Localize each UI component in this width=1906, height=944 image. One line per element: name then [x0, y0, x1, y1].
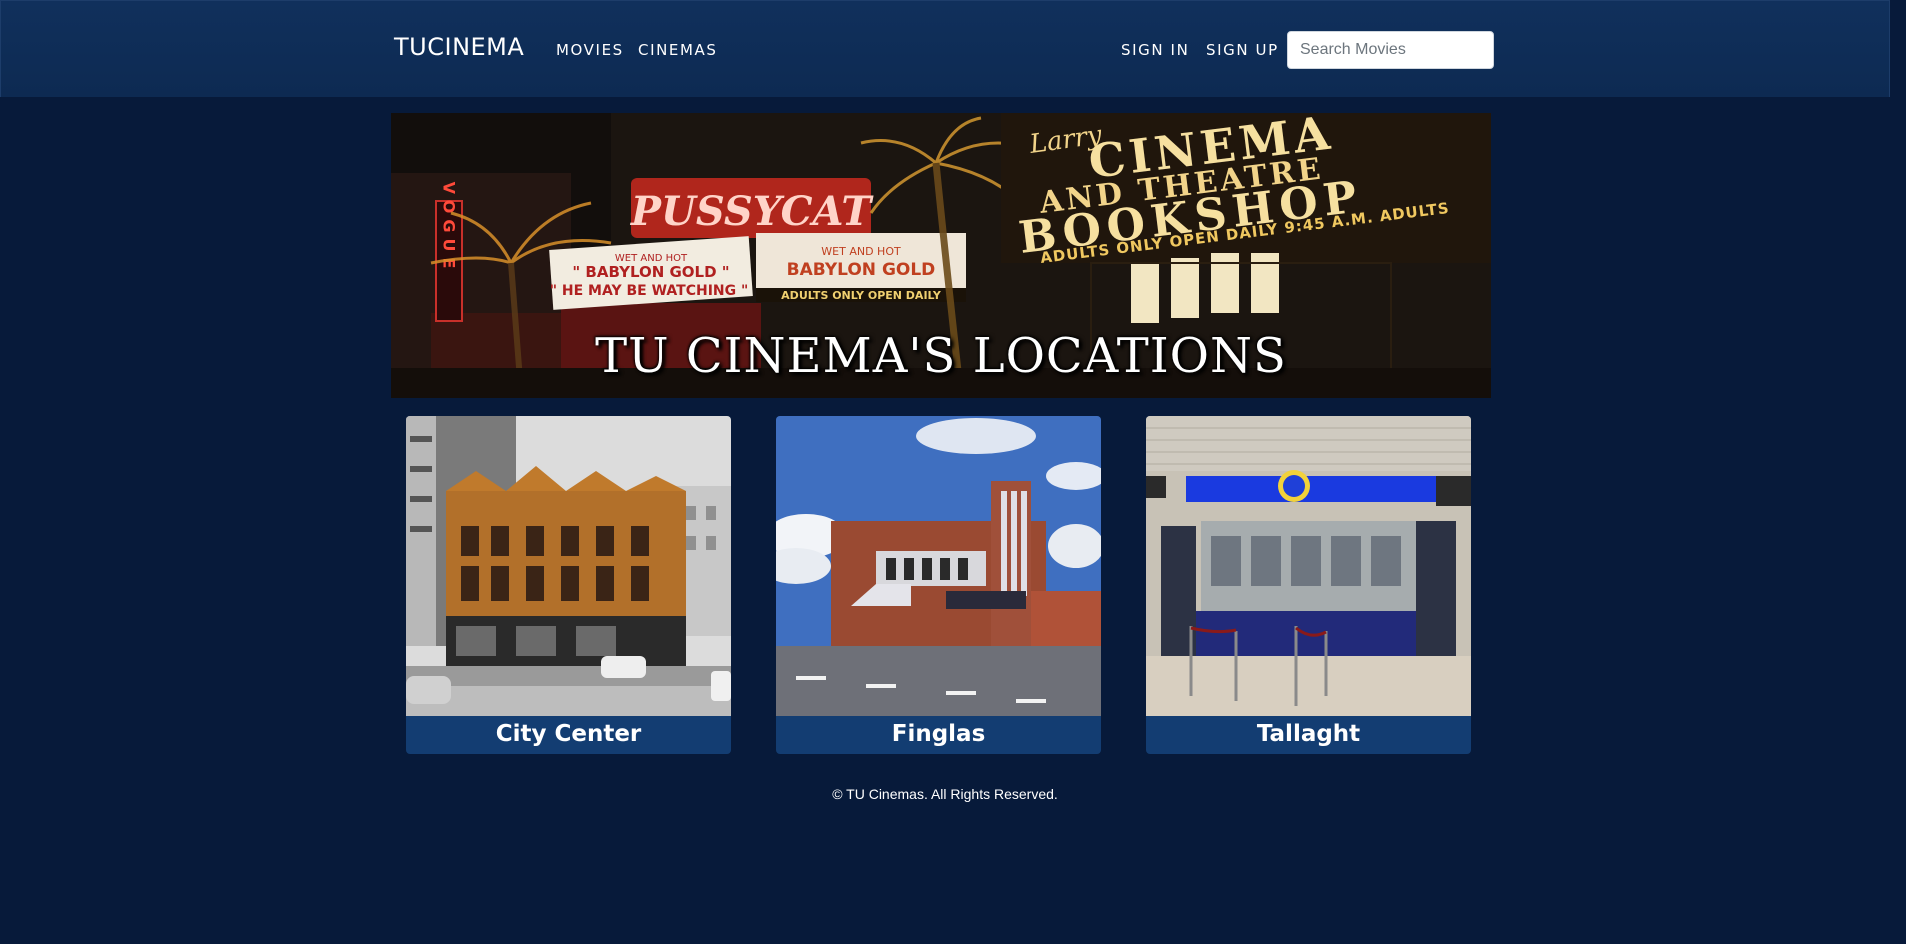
location-name[interactable]: Finglas — [776, 716, 1101, 754]
marquee-strip-text: ADULTS ONLY OPEN DAILY — [781, 289, 942, 302]
nav-link-movies[interactable]: MOVIES — [556, 41, 624, 59]
sign-up-link[interactable]: SIGN UP — [1206, 41, 1279, 59]
nav-link-cinemas[interactable]: CINEMAS — [638, 41, 718, 59]
marquee-left-line-2: " BABYLON GOLD " — [572, 263, 729, 281]
search-movies-input[interactable] — [1287, 31, 1494, 69]
marquee-left-line-3: " HE MAY BE WATCHING " — [550, 283, 749, 299]
location-name[interactable]: City Center — [406, 716, 731, 754]
hero-banner: VOGUE PUSSYCAT WET AND HOT " BABYLON GOL… — [391, 113, 1491, 398]
finglas-image[interactable] — [776, 416, 1101, 716]
marquee-right-line-2: BABYLON GOLD — [787, 260, 936, 280]
navbar: TUCINEMA MOVIES CINEMAS SIGN IN SIGN UP — [0, 0, 1890, 97]
footer-copyright: © TU Cinemas. All Rights Reserved. — [832, 786, 1058, 802]
location-card-tallaght[interactable]: Tallaght — [1146, 416, 1471, 754]
location-card-city-center[interactable]: City Center — [406, 416, 731, 754]
location-name[interactable]: Tallaght — [1146, 716, 1471, 754]
brand-logo[interactable]: TUCINEMA — [394, 33, 524, 61]
marquee-pussycat-text: PUSSYCAT — [630, 188, 874, 235]
location-card-finglas[interactable]: Finglas — [776, 416, 1101, 754]
tallaght-image[interactable] — [1146, 416, 1471, 716]
sign-in-link[interactable]: SIGN IN — [1121, 41, 1189, 59]
marquee-right-line-1: WET AND HOT — [821, 245, 901, 258]
city-center-image[interactable] — [406, 416, 731, 716]
hero-title: TU CINEMA'S LOCATIONS — [595, 328, 1287, 384]
